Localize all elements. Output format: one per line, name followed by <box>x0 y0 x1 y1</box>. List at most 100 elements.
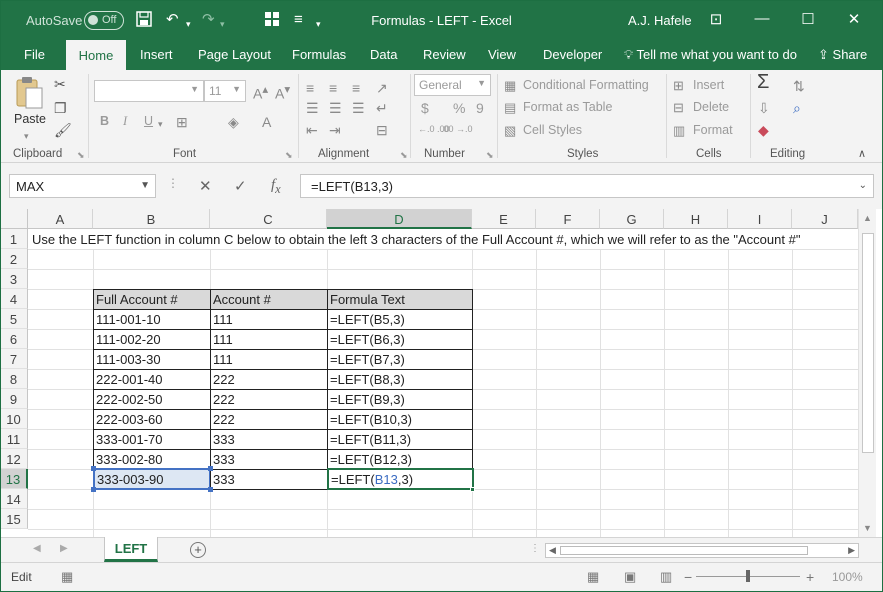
row-header[interactable]: 7 <box>0 349 28 369</box>
decrease-indent-icon[interactable]: ⇤ <box>306 122 318 138</box>
tab-formulas[interactable]: Formulas <box>292 47 346 62</box>
tab-developer[interactable]: Developer <box>543 47 602 62</box>
merge-center-icon[interactable]: ⊟ <box>376 122 388 138</box>
minimize-icon[interactable]: — <box>752 10 772 27</box>
row-header[interactable]: 5 <box>0 309 28 329</box>
tell-me-box[interactable]: 💡︎ Tell me what you want to do <box>624 47 797 63</box>
select-all-corner[interactable] <box>0 209 28 229</box>
delete-button[interactable]: Delete <box>693 100 729 114</box>
insert-function-icon[interactable]: fx <box>271 177 281 197</box>
align-top-icon[interactable]: ≡ <box>306 80 314 96</box>
scroll-down-icon[interactable]: ▼ <box>863 523 872 533</box>
row-header[interactable]: 4 <box>0 289 28 309</box>
column-header[interactable]: G <box>600 209 664 229</box>
share-button[interactable]: ⇪ Share <box>818 47 867 63</box>
instruction-cell-a1[interactable]: Use the LEFT function in column C below … <box>29 229 858 249</box>
zoom-level[interactable]: 100% <box>832 570 863 584</box>
font-launcher-icon[interactable]: ⬊ <box>285 150 293 161</box>
table-cell[interactable]: 333-001-70 <box>93 429 211 450</box>
zoom-slider-knob[interactable] <box>746 570 750 582</box>
table-cell[interactable]: 111-001-10 <box>93 309 211 330</box>
fill-handle[interactable] <box>470 487 475 492</box>
bold-button[interactable]: B <box>100 114 109 128</box>
font-name-box[interactable]: ▼ <box>94 80 204 102</box>
add-sheet-icon[interactable]: + <box>190 542 206 558</box>
tab-home[interactable]: Home <box>66 40 126 71</box>
expand-formula-icon[interactable]: ⌄ <box>859 180 867 191</box>
align-right-icon[interactable]: ☰ <box>352 100 365 116</box>
scroll-up-icon[interactable]: ▲ <box>863 213 872 223</box>
table-cell[interactable]: =LEFT(B9,3) <box>327 389 473 410</box>
row-header[interactable]: 3 <box>0 269 28 289</box>
column-header[interactable]: J <box>792 209 858 229</box>
italic-button[interactable]: I <box>123 114 127 129</box>
formula-input[interactable]: =LEFT(B13,3) ⌄ <box>300 174 874 198</box>
table-cell[interactable]: 111-002-20 <box>93 329 211 350</box>
clipboard-launcher-icon[interactable]: ⬊ <box>77 150 85 161</box>
align-middle-icon[interactable]: ≡ <box>329 80 337 96</box>
normal-view-icon[interactable]: ▦ <box>587 569 599 585</box>
fill-icon[interactable]: ⇩ <box>758 100 770 116</box>
table-cell[interactable]: =LEFT(B10,3) <box>327 409 473 430</box>
autosum-icon[interactable]: Σ <box>757 72 769 92</box>
comma-button[interactable]: 9 <box>476 100 484 116</box>
currency-button[interactable]: $ <box>421 100 429 116</box>
table-cell[interactable]: 222-001-40 <box>93 369 211 390</box>
table-cell[interactable]: =LEFT(B5,3) <box>327 309 473 330</box>
scroll-left-icon[interactable]: ◀ <box>549 545 556 556</box>
tab-page-layout[interactable]: Page Layout <box>198 47 271 62</box>
align-bottom-icon[interactable]: ≡ <box>352 80 360 96</box>
cancel-entry-icon[interactable]: ✕ <box>199 177 212 195</box>
page-layout-view-icon[interactable]: ▣ <box>624 569 636 585</box>
clear-icon[interactable]: ◆ <box>758 122 769 138</box>
table-cell[interactable]: =LEFT(B7,3) <box>327 349 473 370</box>
scroll-thumb[interactable] <box>862 233 874 453</box>
paste-label[interactable]: Paste <box>14 112 46 126</box>
table-cell[interactable]: 111 <box>210 349 328 370</box>
orientation-icon[interactable]: ↗ <box>376 80 388 96</box>
find-select-icon[interactable]: ⌕ <box>793 100 801 116</box>
page-break-view-icon[interactable]: ▥ <box>660 569 672 585</box>
conditional-formatting-button[interactable]: Conditional Formatting <box>523 78 649 92</box>
row-header-selected[interactable]: 13 <box>0 469 28 489</box>
insert-button[interactable]: Insert <box>693 78 724 92</box>
borders-icon[interactable]: ⊞ <box>176 114 188 130</box>
column-header[interactable]: H <box>664 209 728 229</box>
table-cell[interactable]: =LEFT(B8,3) <box>327 369 473 390</box>
table-cell[interactable]: 111 <box>210 329 328 350</box>
cell-styles-button[interactable]: Cell Styles <box>523 123 582 137</box>
table-cell[interactable]: 222-003-60 <box>93 409 211 430</box>
zoom-out-icon[interactable]: − <box>684 569 692 585</box>
sort-filter-icon[interactable]: ⇅ <box>793 78 805 94</box>
table-cell[interactable]: 333-002-80 <box>93 449 211 470</box>
table-cell[interactable]: 333 <box>210 449 328 470</box>
table-cell[interactable]: 111-003-30 <box>93 349 211 370</box>
percent-button[interactable]: % <box>453 100 465 116</box>
format-painter-icon[interactable]: 🖌︎ <box>54 122 72 138</box>
row-header[interactable]: 14 <box>0 489 28 509</box>
tab-split-handle[interactable]: ⋮ <box>530 543 540 554</box>
range-handle[interactable] <box>208 487 213 492</box>
paste-dropdown-icon[interactable]: ▾ <box>24 128 29 144</box>
row-header[interactable]: 9 <box>0 389 28 409</box>
table-cell[interactable]: 333 <box>210 469 328 490</box>
splitter-handle[interactable]: ⋮ <box>167 176 179 190</box>
maximize-icon[interactable]: ☐ <box>798 10 818 28</box>
fill-color-icon[interactable]: ◈ <box>228 114 239 130</box>
cut-icon[interactable]: ✂ <box>54 76 66 92</box>
confirm-entry-icon[interactable]: ✓ <box>234 177 247 195</box>
decrease-decimal-button[interactable]: .00 →.0 <box>441 124 473 134</box>
column-header-selected[interactable]: D <box>327 209 472 229</box>
column-header[interactable]: E <box>472 209 536 229</box>
font-size-box[interactable]: 11 ▼ <box>204 80 246 102</box>
table-cell[interactable]: 222 <box>210 389 328 410</box>
alignment-launcher-icon[interactable]: ⬊ <box>400 150 408 161</box>
table-cell[interactable]: 222 <box>210 409 328 430</box>
ribbon-display-icon[interactable]: ⊡ <box>706 10 726 28</box>
worksheet-grid[interactable]: A B C D E F G H I J 1 2 3 4 5 6 7 8 9 10… <box>0 209 883 537</box>
tab-file[interactable]: File <box>24 47 45 62</box>
underline-dropdown-icon[interactable]: ▾ <box>158 116 163 132</box>
column-header[interactable]: A <box>28 209 93 229</box>
row-header[interactable]: 6 <box>0 329 28 349</box>
row-header[interactable]: 12 <box>0 449 28 469</box>
